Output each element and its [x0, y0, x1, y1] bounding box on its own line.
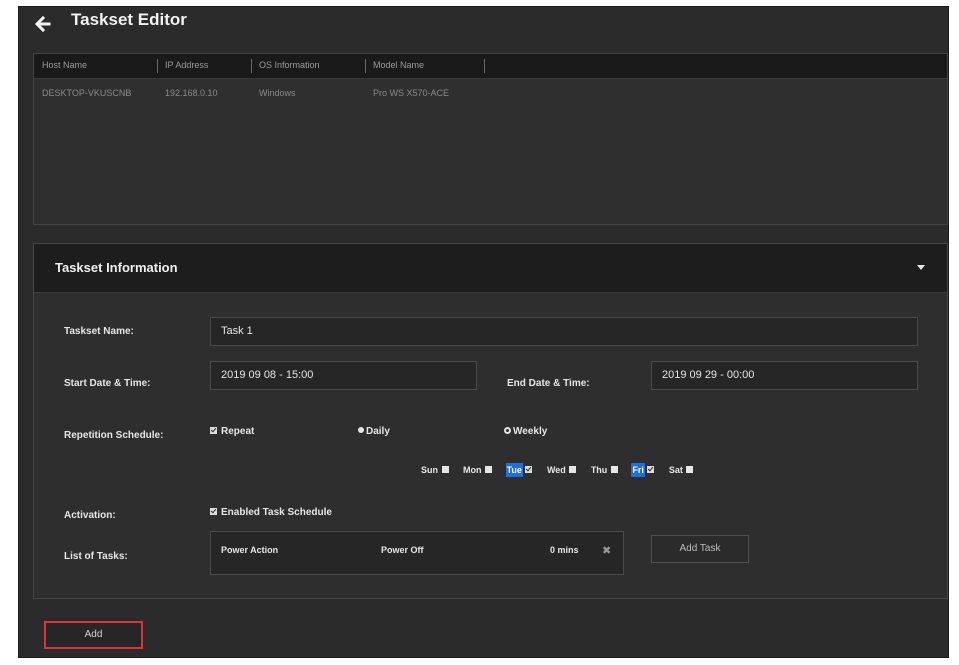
end-datetime-input[interactable]: 2019 09 29 - 00:00: [651, 361, 918, 390]
repeat-checkbox[interactable]: Repeat: [210, 426, 254, 437]
host-table-header: Host Name IP Address OS Information Mode…: [34, 54, 947, 79]
repeat-label: Repeat: [221, 426, 255, 437]
task-type: Power Off: [381, 545, 424, 555]
enabled-task-schedule-label: Enabled Task Schedule: [221, 507, 332, 518]
checkbox-checked-icon: [210, 507, 217, 515]
radio-ring-icon: [504, 426, 511, 434]
column-header-os-information[interactable]: OS Information: [259, 60, 320, 70]
caret-down-icon[interactable]: [917, 265, 925, 270]
column-divider: [365, 59, 366, 73]
add-task-button[interactable]: Add Task: [651, 535, 749, 563]
day-wednesday[interactable]: Wed: [546, 465, 580, 475]
start-datetime-input[interactable]: 2019 09 08 - 15:00: [210, 361, 477, 390]
daily-label: Daily: [366, 426, 390, 437]
cell-host-name: DESKTOP-VKUSCNB: [42, 88, 132, 98]
day-sunday[interactable]: Sun: [420, 465, 453, 475]
radio-filled-icon: [358, 427, 364, 434]
repetition-schedule-label: Repetition Schedule:: [64, 430, 164, 441]
section-title: Taskset Information: [55, 260, 178, 275]
list-of-tasks-label: List of Tasks:: [64, 551, 128, 562]
day-tuesday[interactable]: Tue: [505, 463, 537, 477]
day-saturday[interactable]: Sat: [668, 465, 698, 475]
task-action: Power Action: [221, 545, 279, 555]
checkbox-icon: [441, 466, 449, 474]
checkbox-checked-icon: [647, 466, 655, 474]
weekly-radio[interactable]: Weekly: [504, 426, 547, 437]
day-friday[interactable]: Fri: [631, 463, 658, 477]
column-header-ip-address[interactable]: IP Address: [165, 60, 208, 70]
weekday-selector: Sun Mon Tue Wed Thu Fri Sat: [420, 463, 704, 477]
page-title: Taskset Editor: [71, 10, 187, 29]
checkbox-icon: [610, 466, 618, 474]
column-header-host-name[interactable]: Host Name: [42, 60, 87, 70]
activation-label: Activation:: [64, 510, 116, 521]
task-list: Power Action Power Off 0 mins ✖: [210, 531, 624, 575]
title-bar: Taskset Editor: [19, 7, 948, 43]
arrow-left-icon[interactable]: [33, 14, 53, 34]
task-duration: 0 mins: [550, 545, 579, 555]
column-divider: [484, 59, 485, 73]
checkbox-icon: [485, 466, 493, 474]
weekly-label: Weekly: [513, 426, 548, 437]
day-monday[interactable]: Mon: [462, 465, 496, 475]
taskset-name-input[interactable]: Task 1: [210, 317, 918, 346]
end-datetime-label: End Date & Time:: [507, 378, 590, 389]
column-divider: [157, 59, 158, 73]
section-header[interactable]: Taskset Information: [34, 244, 947, 293]
checkbox-icon: [686, 466, 694, 474]
enabled-task-schedule-checkbox[interactable]: Enabled Task Schedule: [210, 507, 332, 518]
start-datetime-label: Start Date & Time:: [64, 378, 151, 389]
taskset-name-label: Taskset Name:: [64, 326, 134, 337]
checkbox-checked-icon: [525, 466, 533, 474]
cell-os-information: Windows: [259, 88, 296, 98]
checkbox-checked-icon: [210, 426, 217, 434]
close-icon[interactable]: ✖: [602, 544, 611, 557]
daily-radio[interactable]: Daily: [358, 426, 390, 437]
add-button[interactable]: Add: [44, 621, 143, 649]
column-divider: [251, 59, 252, 73]
cell-ip-address: 192.168.0.10: [165, 88, 218, 98]
host-table: Host Name IP Address OS Information Mode…: [33, 53, 948, 225]
column-header-model-name[interactable]: Model Name: [373, 60, 424, 70]
day-thursday[interactable]: Thu: [590, 465, 622, 475]
checkbox-icon: [569, 466, 577, 474]
cell-model-name: Pro WS X570-ACE: [373, 88, 450, 98]
